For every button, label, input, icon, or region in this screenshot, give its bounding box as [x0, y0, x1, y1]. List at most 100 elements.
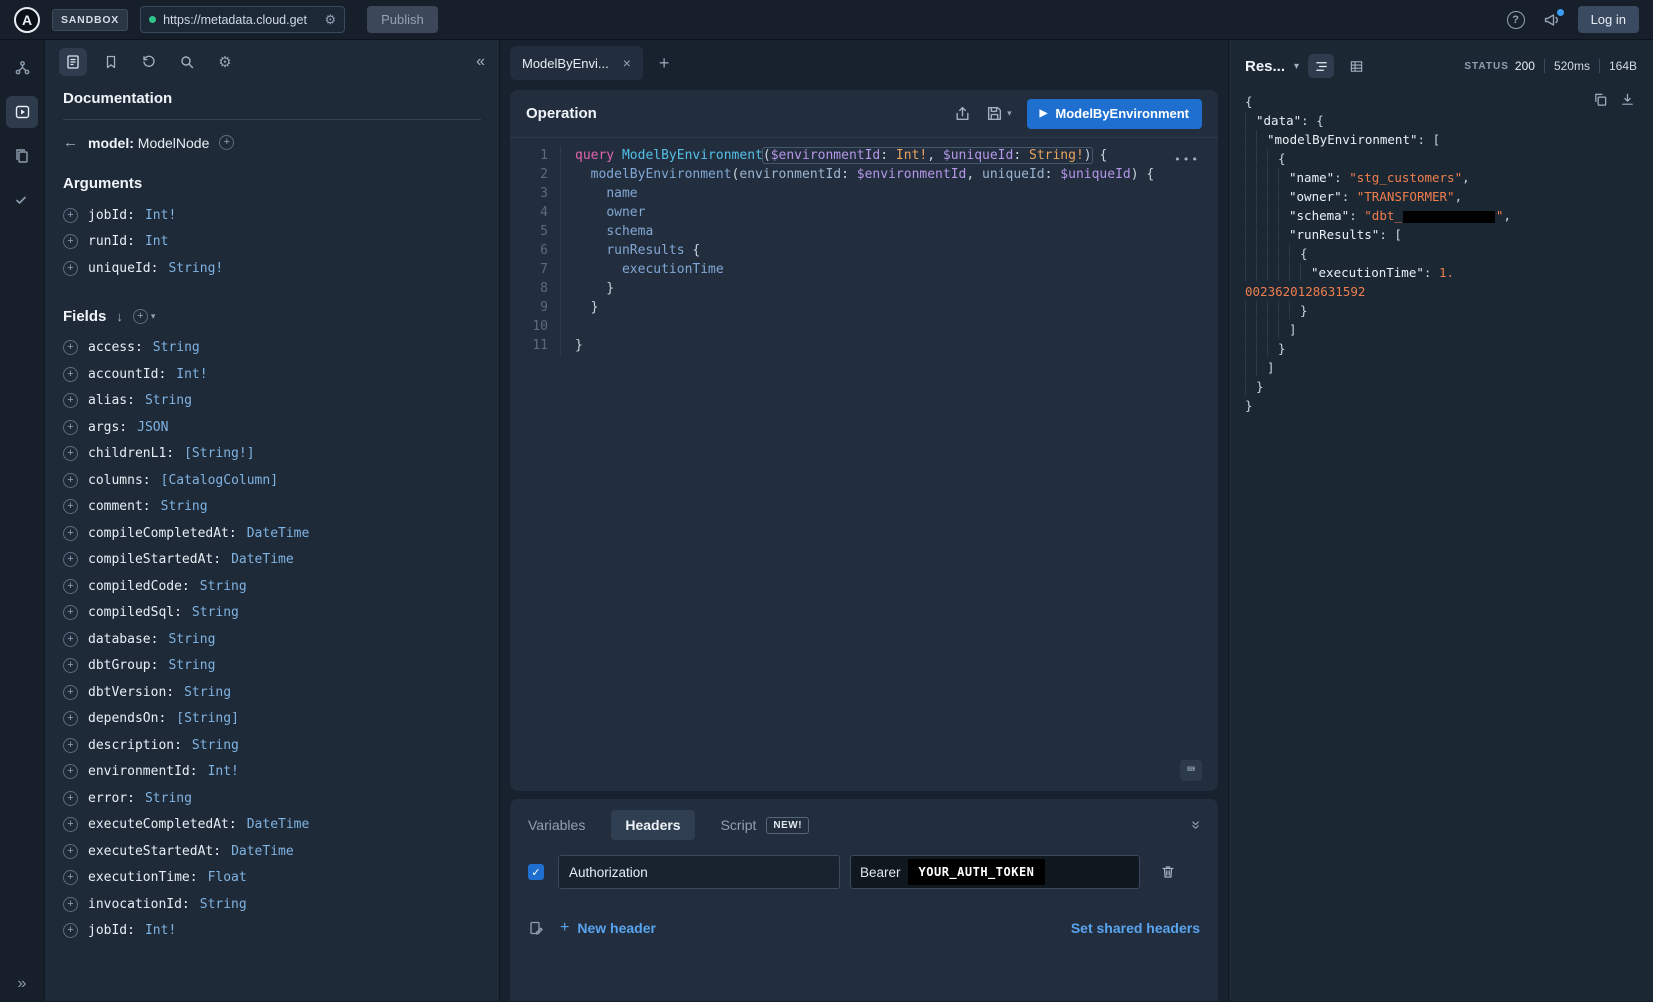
history-icon[interactable]: [135, 48, 163, 76]
field-type[interactable]: Float: [208, 870, 247, 885]
doc-field-row[interactable]: +executeCompletedAt:DateTime: [63, 812, 481, 839]
new-tab-icon[interactable]: +: [659, 53, 670, 74]
add-field-icon[interactable]: +: [63, 764, 78, 779]
collapse-bottom-panel-icon[interactable]: »: [1187, 821, 1205, 830]
field-type[interactable]: String!: [168, 261, 223, 276]
field-type[interactable]: Int!: [208, 764, 239, 779]
editor-menu-icon[interactable]: •••: [1174, 150, 1200, 169]
add-field-icon[interactable]: +: [63, 870, 78, 885]
add-field-icon[interactable]: +: [63, 552, 78, 567]
help-icon[interactable]: ?: [1507, 11, 1525, 29]
add-field-icon[interactable]: +: [63, 420, 78, 435]
close-tab-icon[interactable]: ×: [623, 55, 631, 71]
save-chevron-icon[interactable]: ▾: [1007, 108, 1012, 119]
doc-field-row[interactable]: +compiledCode:String: [63, 573, 481, 600]
back-arrow-icon[interactable]: ←: [63, 134, 78, 151]
doc-field-row[interactable]: +description:String: [63, 732, 481, 759]
documentation-tab-icon[interactable]: [59, 48, 87, 76]
clipboard-icon[interactable]: [6, 140, 38, 172]
add-field-icon[interactable]: +: [63, 658, 78, 673]
doc-field-row[interactable]: +args:JSON: [63, 414, 481, 441]
field-type[interactable]: [CatalogColumn]: [161, 473, 278, 488]
add-field-icon[interactable]: +: [63, 234, 78, 249]
login-button[interactable]: Log in: [1578, 6, 1639, 33]
field-type[interactable]: [String]: [176, 711, 239, 726]
add-field-icon[interactable]: +: [63, 367, 78, 382]
add-field-icon[interactable]: +: [63, 340, 78, 355]
doc-field-row[interactable]: +executeStartedAt:DateTime: [63, 838, 481, 865]
field-type[interactable]: String: [153, 340, 200, 355]
search-icon[interactable]: [173, 48, 201, 76]
copy-response-icon[interactable]: [1593, 92, 1608, 107]
add-field-icon[interactable]: +: [63, 499, 78, 514]
field-type[interactable]: String: [168, 658, 215, 673]
add-field-icon[interactable]: +: [63, 711, 78, 726]
add-field-icon[interactable]: +: [63, 605, 78, 620]
doc-field-row[interactable]: +dbtGroup:String: [63, 653, 481, 680]
field-type[interactable]: DateTime: [247, 817, 310, 832]
doc-field-row[interactable]: +alias:String: [63, 388, 481, 415]
add-field-icon[interactable]: +: [63, 446, 78, 461]
publish-button[interactable]: Publish: [367, 6, 438, 33]
add-all-fields-control[interactable]: + ▾: [133, 309, 156, 324]
field-type[interactable]: String: [145, 393, 192, 408]
tab-variables[interactable]: Variables: [528, 817, 585, 833]
field-type[interactable]: JSON: [137, 420, 168, 435]
add-field-icon[interactable]: +: [63, 791, 78, 806]
response-title[interactable]: Res...: [1245, 58, 1285, 75]
header-key-input[interactable]: [558, 855, 840, 889]
field-type[interactable]: Int: [145, 234, 168, 249]
new-header-button[interactable]: + New header: [560, 919, 656, 937]
settings-gear-icon[interactable]: ⚙: [211, 48, 239, 76]
doc-field-row[interactable]: +access:String: [63, 335, 481, 362]
response-dropdown-icon[interactable]: ▾: [1294, 61, 1299, 72]
doc-field-row[interactable]: +dependsOn:[String]: [63, 706, 481, 733]
doc-field-row[interactable]: +database:String: [63, 626, 481, 653]
tab-script-wrap[interactable]: Script NEW!: [721, 817, 809, 834]
doc-field-row[interactable]: +uniqueId:String!: [63, 255, 481, 282]
field-type[interactable]: String: [168, 632, 215, 647]
endpoint-url-box[interactable]: https://metadata.cloud.get ⚙: [140, 6, 345, 33]
add-field-icon[interactable]: +: [63, 685, 78, 700]
header-value-input[interactable]: Bearer YOUR_AUTH_TOKEN: [850, 855, 1140, 889]
field-type[interactable]: String: [192, 738, 239, 753]
add-field-icon[interactable]: +: [63, 632, 78, 647]
keyboard-shortcuts-icon[interactable]: ⌨: [1180, 760, 1202, 781]
doc-field-row[interactable]: +executionTime:Float: [63, 865, 481, 892]
operation-tab[interactable]: ModelByEnvi... ×: [510, 46, 643, 80]
table-view-icon[interactable]: [1343, 54, 1369, 78]
doc-field-row[interactable]: +compileStartedAt:DateTime: [63, 547, 481, 574]
run-operation-button[interactable]: ▶ ModelByEnvironment: [1027, 99, 1202, 129]
apollo-logo[interactable]: A: [14, 7, 40, 33]
field-type[interactable]: [String!]: [184, 446, 254, 461]
add-field-icon[interactable]: +: [63, 923, 78, 938]
doc-field-row[interactable]: +childrenL1:[String!]: [63, 441, 481, 468]
add-field-icon[interactable]: +: [63, 208, 78, 223]
download-response-icon[interactable]: [1620, 92, 1635, 107]
checks-icon[interactable]: [6, 184, 38, 216]
field-type[interactable]: String: [192, 605, 239, 620]
add-field-icon[interactable]: +: [63, 473, 78, 488]
explorer-icon[interactable]: [6, 96, 38, 128]
doc-field-row[interactable]: +environmentId:Int!: [63, 759, 481, 786]
doc-field-row[interactable]: +jobId:Int!: [63, 918, 481, 945]
auth-token-value[interactable]: YOUR_AUTH_TOKEN: [908, 859, 1046, 885]
tab-headers[interactable]: Headers: [611, 810, 694, 840]
sort-fields-icon[interactable]: ↓: [116, 309, 123, 324]
model-type[interactable]: ModelNode: [138, 135, 210, 151]
add-model-icon[interactable]: +: [219, 135, 234, 150]
field-type[interactable]: String: [200, 897, 247, 912]
add-field-icon[interactable]: +: [63, 393, 78, 408]
add-field-icon[interactable]: +: [63, 738, 78, 753]
set-shared-headers-link[interactable]: Set shared headers: [1071, 920, 1200, 936]
doc-field-row[interactable]: +compileCompletedAt:DateTime: [63, 520, 481, 547]
doc-field-row[interactable]: +comment:String: [63, 494, 481, 521]
doc-field-row[interactable]: +invocationId:String: [63, 891, 481, 918]
doc-field-row[interactable]: +compiledSql:String: [63, 600, 481, 627]
doc-field-row[interactable]: +accountId:Int!: [63, 361, 481, 388]
doc-field-row[interactable]: +dbtVersion:String: [63, 679, 481, 706]
delete-header-icon[interactable]: [1160, 864, 1176, 880]
field-type[interactable]: String: [184, 685, 231, 700]
field-type[interactable]: String: [145, 791, 192, 806]
field-type[interactable]: String: [200, 579, 247, 594]
